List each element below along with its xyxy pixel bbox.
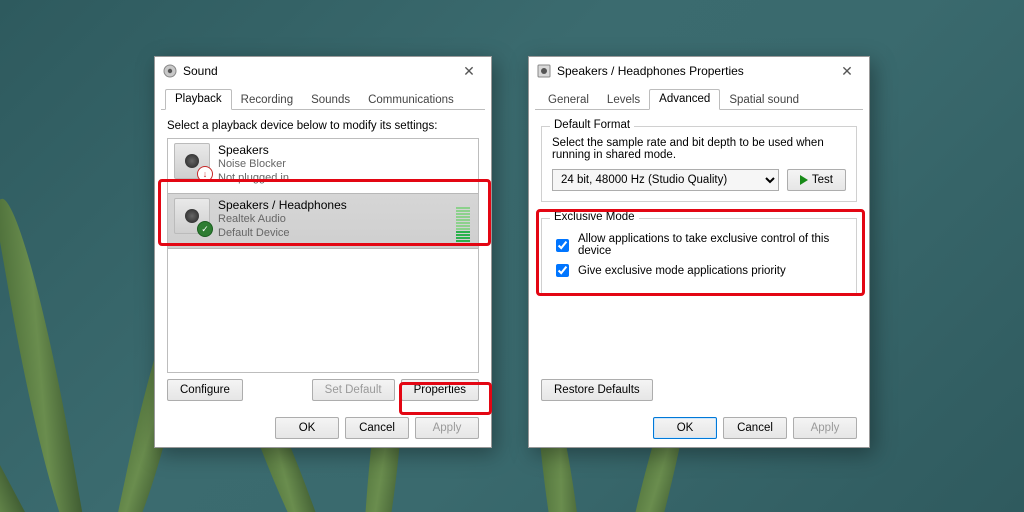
close-icon[interactable]: ✕ bbox=[453, 60, 485, 82]
tab-general[interactable]: General bbox=[539, 91, 598, 110]
tab-spatial-sound[interactable]: Spatial sound bbox=[720, 91, 808, 110]
group-legend: Exclusive Mode bbox=[550, 211, 639, 223]
ok-button[interactable]: OK bbox=[275, 417, 339, 439]
device-driver: Noise Blocker bbox=[218, 158, 472, 172]
device-row-selected[interactable]: Speakers / Headphones Realtek Audio Defa… bbox=[168, 193, 478, 249]
device-driver: Realtek Audio bbox=[218, 213, 452, 227]
close-icon[interactable]: ✕ bbox=[831, 60, 863, 82]
sound-tabs: Playback Recording Sounds Communications bbox=[161, 85, 485, 110]
tab-recording[interactable]: Recording bbox=[232, 91, 302, 110]
default-format-desc: Select the sample rate and bit depth to … bbox=[552, 137, 846, 161]
checkbox-input[interactable] bbox=[556, 239, 569, 252]
properties-button[interactable]: Properties bbox=[401, 379, 479, 401]
speaker-properties-dialog: Speakers / Headphones Properties ✕ Gener… bbox=[528, 56, 870, 448]
default-format-group: Default Format Select the sample rate an… bbox=[541, 126, 857, 202]
tab-sounds[interactable]: Sounds bbox=[302, 91, 359, 110]
set-default-button[interactable]: Set Default bbox=[312, 379, 395, 401]
window-title: Speakers / Headphones Properties bbox=[557, 64, 831, 78]
window-title: Sound bbox=[183, 64, 453, 78]
checkbox-input[interactable] bbox=[556, 264, 569, 277]
sample-rate-select[interactable]: 24 bit, 48000 Hz (Studio Quality) bbox=[552, 169, 779, 191]
device-list[interactable]: Speakers Noise Blocker Not plugged in Sp… bbox=[167, 138, 479, 373]
speaker-icon bbox=[537, 64, 551, 78]
status-badge-default-icon bbox=[197, 221, 213, 237]
play-icon bbox=[800, 175, 808, 185]
tab-levels[interactable]: Levels bbox=[598, 91, 649, 110]
speaker-icon bbox=[174, 143, 210, 179]
tab-communications[interactable]: Communications bbox=[359, 91, 463, 110]
device-name: Speakers / Headphones bbox=[218, 198, 452, 213]
restore-defaults-button[interactable]: Restore Defaults bbox=[541, 379, 653, 401]
cancel-button[interactable]: Cancel bbox=[723, 417, 787, 439]
level-meter bbox=[456, 200, 470, 242]
status-badge-error-icon bbox=[197, 166, 213, 182]
speaker-icon bbox=[174, 198, 210, 234]
exclusive-mode-group: Exclusive Mode Allow applications to tak… bbox=[541, 218, 857, 295]
cancel-button[interactable]: Cancel bbox=[345, 417, 409, 439]
group-legend: Default Format bbox=[550, 119, 634, 131]
exclusive-control-checkbox[interactable]: Allow applications to take exclusive con… bbox=[552, 233, 846, 257]
device-status: Default Device bbox=[218, 227, 452, 241]
properties-tabs: General Levels Advanced Spatial sound bbox=[535, 85, 863, 110]
tab-advanced[interactable]: Advanced bbox=[649, 89, 720, 110]
titlebar[interactable]: Sound ✕ bbox=[155, 57, 491, 85]
apply-button[interactable]: Apply bbox=[415, 417, 479, 439]
device-row[interactable]: Speakers Noise Blocker Not plugged in bbox=[168, 139, 478, 193]
exclusive-priority-checkbox[interactable]: Give exclusive mode applications priorit… bbox=[552, 261, 846, 280]
tab-playback[interactable]: Playback bbox=[165, 89, 232, 110]
apply-button[interactable]: Apply bbox=[793, 417, 857, 439]
instruction-text: Select a playback device below to modify… bbox=[167, 120, 479, 132]
ok-button[interactable]: OK bbox=[653, 417, 717, 439]
device-name: Speakers bbox=[218, 143, 472, 158]
configure-button[interactable]: Configure bbox=[167, 379, 243, 401]
titlebar[interactable]: Speakers / Headphones Properties ✕ bbox=[529, 57, 869, 85]
device-status: Not plugged in bbox=[218, 172, 472, 186]
test-button[interactable]: Test bbox=[787, 169, 846, 191]
sound-icon bbox=[163, 64, 177, 78]
sound-dialog: Sound ✕ Playback Recording Sounds Commun… bbox=[154, 56, 492, 448]
